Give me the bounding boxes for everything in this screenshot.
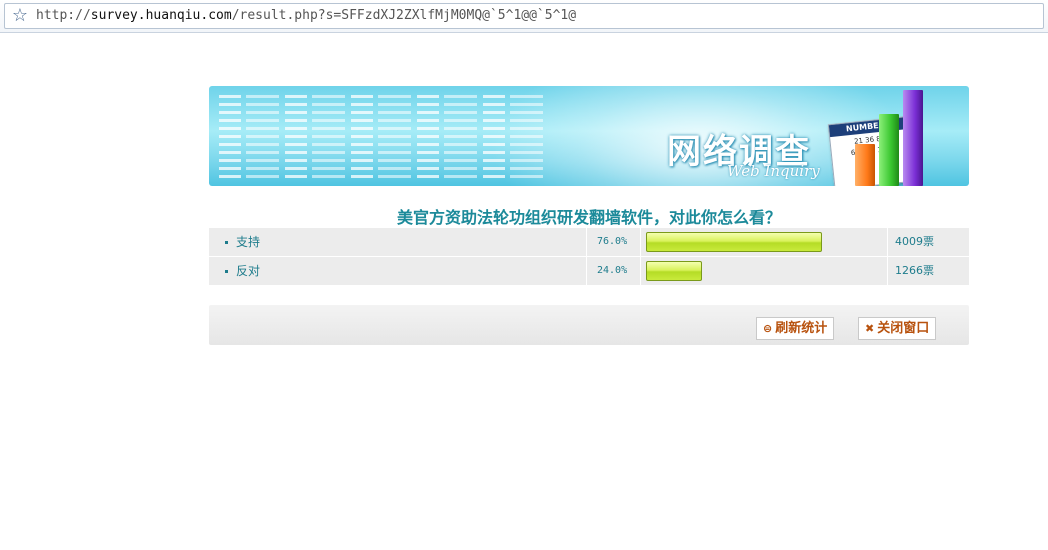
url-path: /result.php?s=SFFzdXJ2ZXlfMjM0MQ@`5^1@@`… (231, 8, 577, 23)
results-table: 支持 76.0% 4009票 反对 24.0% 1266票 (209, 227, 969, 285)
option-votes: 1266票 (887, 257, 969, 285)
option-label-cell: 反对 (209, 257, 586, 285)
survey-banner: 网络调查 Web Inquiry NUMBERS 21 36 84 63 127… (209, 86, 969, 186)
url-field[interactable]: ☆ http://survey.huanqiu.com/result.php?s… (4, 3, 1044, 29)
star-icon[interactable]: ☆ (10, 6, 30, 26)
browser-address-bar: ☆ http://survey.huanqiu.com/result.php?s… (0, 0, 1048, 33)
option-percent: 24.0% (586, 257, 640, 285)
option-label: 支持 (236, 235, 261, 249)
result-row: 反对 24.0% 1266票 (209, 256, 969, 285)
option-percent: 76.0% (586, 228, 640, 256)
bar-chart-green-icon (879, 114, 899, 186)
close-window-button[interactable]: ✖ 关闭窗口 (858, 317, 937, 340)
refresh-button[interactable]: ⊜ 刷新统计 (756, 317, 835, 340)
option-votes: 4009票 (887, 228, 969, 256)
percent-bar (646, 261, 702, 281)
option-label: 反对 (236, 264, 261, 278)
action-footer: ⊜ 刷新统计 ✖ 关闭窗口 (209, 305, 969, 345)
url-host: survey.huanqiu.com (90, 8, 232, 23)
url-text[interactable]: http://survey.huanqiu.com/result.php?s=S… (36, 8, 576, 23)
close-icon: ✖ (865, 322, 875, 335)
banner-subtitle: Web Inquiry (727, 162, 820, 180)
option-label-cell: 支持 (209, 228, 586, 256)
refresh-label: 刷新统计 (775, 321, 828, 336)
url-prefix: http:// (36, 8, 91, 23)
bar-chart-purple-icon (903, 90, 923, 186)
option-bar-cell (640, 257, 887, 285)
percent-bar (646, 232, 822, 252)
bullet-icon (225, 241, 228, 244)
result-row: 支持 76.0% 4009票 (209, 227, 969, 256)
survey-question: 美官方资助法轮功组织研发翻墙软件，对此你怎么看？ (396, 208, 781, 227)
banner-code-texture (219, 90, 549, 183)
refresh-icon: ⊜ (763, 322, 773, 335)
close-label: 关闭窗口 (877, 321, 930, 336)
bullet-icon (225, 270, 228, 273)
bar-chart-orange-icon (855, 144, 875, 186)
option-bar-cell (640, 228, 887, 256)
